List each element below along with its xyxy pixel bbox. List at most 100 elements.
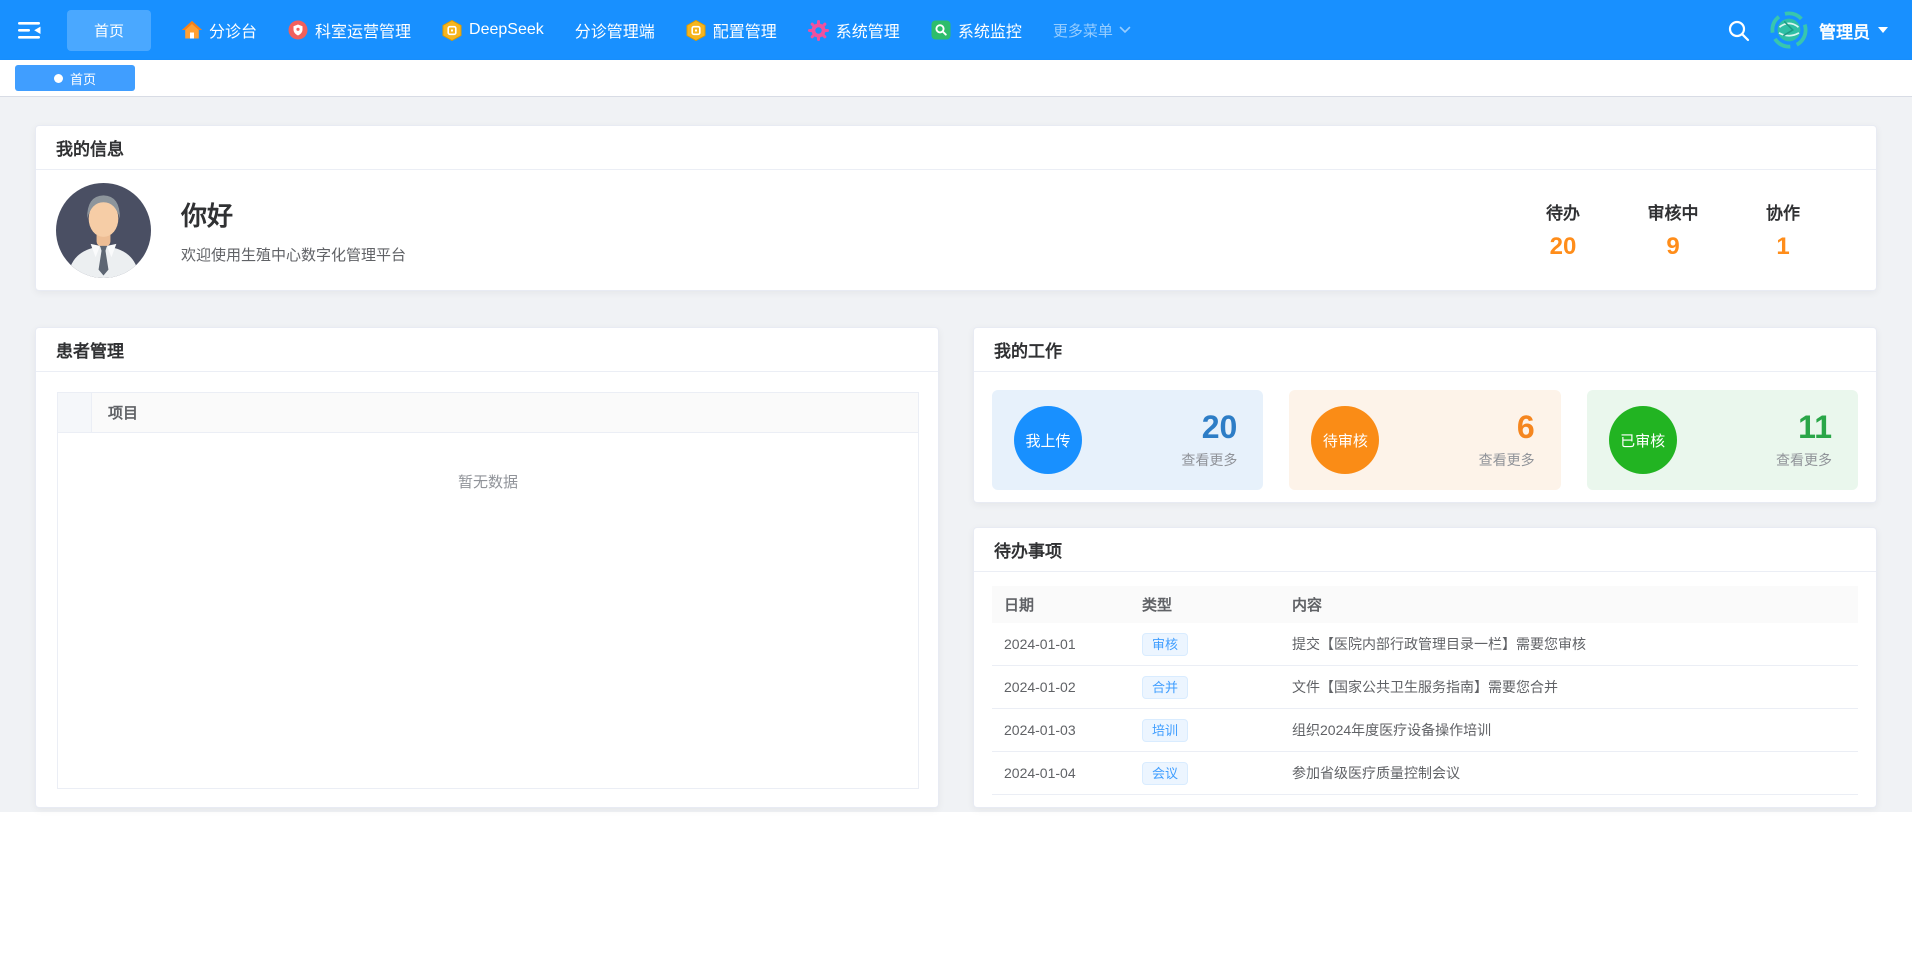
stat-value: 9 [1644, 233, 1702, 261]
my-info-body: 你好 欢迎使用生殖中心数字化管理平台 待办 20 审核中 9 协作 1 [36, 170, 1876, 290]
nav-item-system-admin[interactable]: 系统管理 [808, 18, 900, 42]
deepseek-cube-icon [442, 20, 462, 41]
stat-label: 协作 [1754, 199, 1812, 224]
nav-item-label: 分诊台 [209, 18, 257, 42]
todo-column-type: 类型 [1142, 594, 1292, 615]
nav-home-button[interactable]: 首页 [67, 10, 151, 51]
work-card-reviewed[interactable]: 已审核 11 查看更多 [1587, 390, 1858, 490]
monitor-icon [931, 20, 951, 40]
stat-value: 1 [1754, 233, 1812, 261]
info-stats: 待办 20 审核中 9 协作 1 [1534, 199, 1856, 261]
app-main: 我的信息 [0, 97, 1912, 812]
work-card-right: 11 查看更多 [1776, 411, 1832, 470]
view-more-link[interactable]: 查看更多 [1181, 450, 1237, 470]
work-value: 6 [1479, 411, 1535, 443]
nav-menu: 分诊台 科室运营管理 [151, 18, 1022, 42]
gear-icon [808, 20, 829, 41]
stat-label: 审核中 [1644, 199, 1702, 224]
todo-date: 2024-01-03 [992, 722, 1142, 738]
search-icon [1727, 19, 1750, 42]
chevron-down-icon [1119, 26, 1131, 34]
patient-mgmt-title: 患者管理 [36, 328, 938, 372]
todo-content: 参加省级医疗质量控制会议 [1292, 763, 1858, 783]
todo-content: 组织2024年度医疗设备操作培训 [1292, 720, 1858, 740]
nav-item-label: 系统管理 [836, 18, 900, 42]
nav-item-label: 配置管理 [713, 18, 777, 42]
todo-table-header: 日期 类型 内容 [992, 586, 1858, 623]
stat-reviewing: 审核中 9 [1644, 199, 1702, 261]
view-more-link[interactable]: 查看更多 [1776, 450, 1832, 470]
nav-item-deepseek[interactable]: DeepSeek [442, 20, 544, 41]
user-avatar-icon [1770, 11, 1808, 49]
nav-item-label: 科室运营管理 [315, 18, 411, 42]
todo-content: 文件【国家公共卫生服务指南】需要您合并 [1292, 677, 1858, 697]
user-avatar[interactable] [1770, 11, 1808, 49]
stat-todo: 待办 20 [1534, 199, 1592, 261]
todo-card: 待办事项 日期 类型 内容 2024-01-01 审核 提交【医院内部行政管理目… [973, 527, 1877, 808]
right-column: 我的工作 我上传 20 查看更多 待审核 6 [973, 327, 1877, 808]
active-tab-dot [54, 74, 63, 83]
work-card-uploaded[interactable]: 我上传 20 查看更多 [992, 390, 1263, 490]
caret-down-icon [1878, 27, 1888, 33]
table-row[interactable]: 2024-01-02 合并 文件【国家公共卫生服务指南】需要您合并 [992, 666, 1858, 709]
table-row[interactable]: 2024-01-03 培训 组织2024年度医疗设备操作培训 [992, 709, 1858, 752]
todo-column-date: 日期 [992, 594, 1142, 615]
sidebar-fold-button[interactable] [18, 21, 41, 40]
nav-item-triage[interactable]: 分诊台 [182, 18, 257, 42]
tab-home[interactable]: 首页 [15, 65, 135, 91]
patient-table-column-项目: 项目 [92, 393, 918, 432]
nav-item-dept-ops[interactable]: 科室运营管理 [288, 18, 411, 42]
username[interactable]: 管理员 [1819, 18, 1870, 43]
nav-item-triage-admin[interactable]: 分诊管理端 [575, 18, 655, 42]
nav-item-label: 分诊管理端 [575, 18, 655, 42]
work-value: 11 [1776, 411, 1832, 443]
work-circle-badge: 已审核 [1609, 406, 1677, 474]
todo-content: 提交【医院内部行政管理目录一栏】需要您审核 [1292, 634, 1858, 654]
my-work-body: 我上传 20 查看更多 待审核 6 查看更多 [974, 372, 1876, 508]
todo-date: 2024-01-02 [992, 679, 1142, 695]
work-value: 20 [1181, 411, 1237, 443]
nav-item-config[interactable]: 配置管理 [686, 18, 777, 42]
patient-table-header: 项目 [58, 393, 918, 433]
department-icon [288, 20, 308, 40]
todo-column-content: 内容 [1292, 594, 1858, 615]
stat-collab: 协作 1 [1754, 199, 1812, 261]
more-menu[interactable]: 更多菜单 [1053, 20, 1131, 41]
my-info-card: 我的信息 [35, 125, 1877, 291]
view-more-link[interactable]: 查看更多 [1479, 450, 1535, 470]
greeting: 你好 [181, 196, 406, 233]
empty-data-text: 暂无数据 [58, 433, 918, 492]
tags-view-bar: 首页 [0, 60, 1912, 97]
work-card-pending-review[interactable]: 待审核 6 查看更多 [1289, 390, 1560, 490]
table-row[interactable]: 2024-01-01 审核 提交【医院内部行政管理目录一栏】需要您审核 [992, 623, 1858, 666]
content-row: 患者管理 项目 暂无数据 我的工作 [35, 327, 1877, 808]
search-button[interactable] [1727, 19, 1750, 42]
patient-table-index-column [58, 393, 92, 432]
patient-mgmt-body: 项目 暂无数据 [36, 372, 938, 807]
nav-item-system-monitor[interactable]: 系统监控 [931, 18, 1022, 42]
todo-table: 日期 类型 内容 2024-01-01 审核 提交【医院内部行政管理目录一栏】需… [974, 572, 1876, 795]
patient-mgmt-card: 患者管理 项目 暂无数据 [35, 327, 939, 808]
welcome-text: 欢迎使用生殖中心数字化管理平台 [181, 244, 406, 265]
my-info-title: 我的信息 [36, 126, 1876, 170]
todo-date: 2024-01-01 [992, 636, 1142, 652]
my-work-title: 我的工作 [974, 328, 1876, 372]
table-row[interactable]: 2024-01-04 会议 参加省级医疗质量控制会议 [992, 752, 1858, 795]
stat-label: 待办 [1534, 199, 1592, 224]
profile-avatar [56, 183, 151, 278]
my-work-card: 我的工作 我上传 20 查看更多 待审核 6 [973, 327, 1877, 503]
work-card-right: 6 查看更多 [1479, 411, 1535, 470]
work-circle-badge: 待审核 [1311, 406, 1379, 474]
todo-type-tag: 会议 [1142, 762, 1188, 785]
fold-icon [18, 21, 41, 40]
patient-table: 项目 暂无数据 [57, 392, 919, 789]
config-cube-icon [686, 20, 706, 41]
todo-date: 2024-01-04 [992, 765, 1142, 781]
house-icon [182, 20, 202, 40]
todo-type-tag: 审核 [1142, 633, 1188, 656]
greeting-block: 你好 欢迎使用生殖中心数字化管理平台 [181, 196, 406, 265]
more-menu-label: 更多菜单 [1053, 20, 1113, 41]
work-card-right: 20 查看更多 [1181, 411, 1237, 470]
page: 首页 分诊台 [0, 0, 1912, 962]
tab-home-label: 首页 [70, 69, 96, 88]
